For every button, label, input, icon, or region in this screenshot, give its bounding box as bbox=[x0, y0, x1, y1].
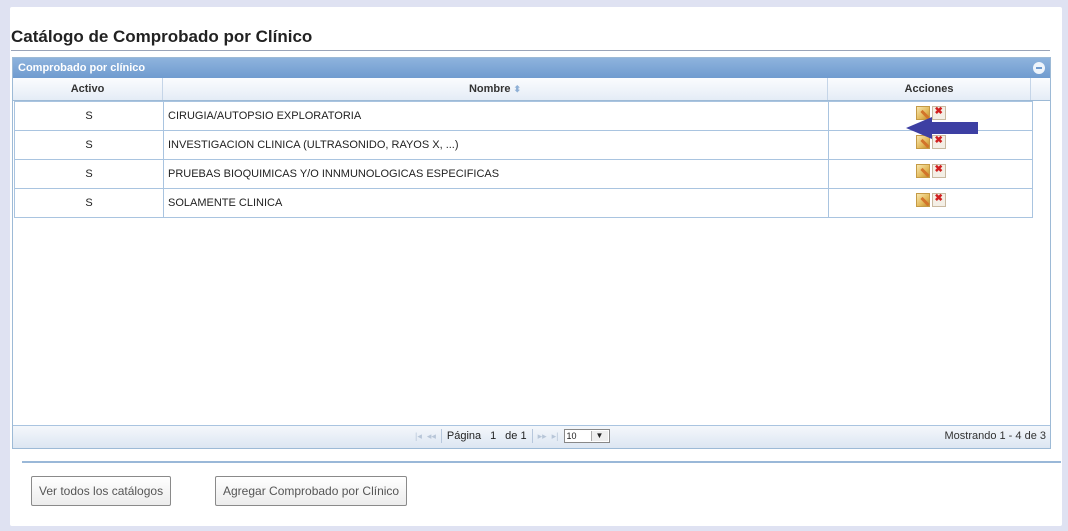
edit-icon[interactable] bbox=[915, 193, 930, 207]
prev-page-icon[interactable]: ◂◂ bbox=[427, 431, 436, 442]
cell-nombre: PRUEBAS BIOQUIMICAS Y/O INNMUNOLOGICAS E… bbox=[164, 160, 829, 188]
page-label: Página bbox=[446, 430, 482, 442]
grid-body: S CIRUGIA/AUTOPSIO EXPLORATORIA S INVEST… bbox=[14, 101, 1033, 218]
table-row[interactable]: S PRUEBAS BIOQUIMICAS Y/O INNMUNOLOGICAS… bbox=[14, 160, 1033, 189]
sort-icon: ⬍ bbox=[513, 83, 522, 94]
cell-nombre: SOLAMENTE CLINICA bbox=[164, 189, 829, 217]
pager-separator bbox=[440, 429, 442, 443]
dropdown-arrow-icon: ▼ bbox=[590, 431, 608, 441]
pager: |◂ ◂◂ Página 1 de 1 ▸▸ ▸| 10 ▼ Mostrando … bbox=[13, 425, 1050, 448]
last-page-icon[interactable]: ▸| bbox=[552, 431, 559, 442]
pager-controls: |◂ ◂◂ Página 1 de 1 ▸▸ ▸| 10 ▼ bbox=[415, 429, 610, 443]
cell-activo: S bbox=[15, 160, 164, 188]
grid-caption: Comprobado por clínico bbox=[13, 58, 1050, 78]
title-divider bbox=[11, 50, 1050, 51]
record-info: Mostrando 1 - 4 de 3 bbox=[944, 430, 1046, 442]
page-count: de 1 bbox=[505, 430, 527, 442]
cell-nombre: INVESTIGACION CLINICA (ULTRASONIDO, RAYO… bbox=[164, 131, 829, 159]
rows-per-page-select[interactable]: 10 ▼ bbox=[563, 429, 610, 443]
annotation-arrow-icon bbox=[906, 117, 978, 139]
table-row[interactable]: S CIRUGIA/AUTOPSIO EXPLORATORIA bbox=[14, 101, 1033, 131]
table-row[interactable]: S INVESTIGACION CLINICA (ULTRASONIDO, RA… bbox=[14, 131, 1033, 160]
cell-acciones bbox=[829, 189, 1032, 217]
grid-header: Activo Nombre ⬍ Acciones bbox=[13, 78, 1050, 101]
cell-acciones bbox=[829, 160, 1032, 188]
column-header-acciones: Acciones bbox=[828, 78, 1031, 100]
grid-caption-label: Comprobado por clínico bbox=[18, 62, 146, 74]
bottom-divider bbox=[22, 461, 1061, 463]
pager-separator bbox=[531, 429, 533, 443]
edit-icon[interactable] bbox=[915, 164, 930, 178]
page-input[interactable]: 1 bbox=[486, 430, 500, 442]
cell-activo: S bbox=[15, 189, 164, 217]
scrollbar-header bbox=[1031, 78, 1050, 100]
collapse-icon[interactable] bbox=[1033, 62, 1045, 74]
data-grid: Comprobado por clínico Activo Nombre ⬍ Ac… bbox=[12, 57, 1051, 449]
cell-nombre: CIRUGIA/AUTOPSIO EXPLORATORIA bbox=[164, 102, 829, 130]
column-header-nombre[interactable]: Nombre ⬍ bbox=[163, 78, 828, 100]
view-all-catalogs-button[interactable]: Ver todos los catálogos bbox=[31, 476, 172, 506]
table-row[interactable]: S SOLAMENTE CLINICA bbox=[14, 189, 1033, 218]
delete-icon[interactable] bbox=[931, 164, 946, 178]
add-comprobado-button[interactable]: Agregar Comprobado por Clínico bbox=[215, 476, 408, 506]
page-title: Catálogo de Comprobado por Clínico bbox=[11, 27, 313, 46]
first-page-icon[interactable]: |◂ bbox=[415, 431, 422, 442]
cell-activo: S bbox=[15, 102, 164, 130]
next-page-icon[interactable]: ▸▸ bbox=[538, 431, 547, 442]
column-header-activo[interactable]: Activo bbox=[13, 78, 163, 100]
delete-icon[interactable] bbox=[931, 193, 946, 207]
cell-activo: S bbox=[15, 131, 164, 159]
